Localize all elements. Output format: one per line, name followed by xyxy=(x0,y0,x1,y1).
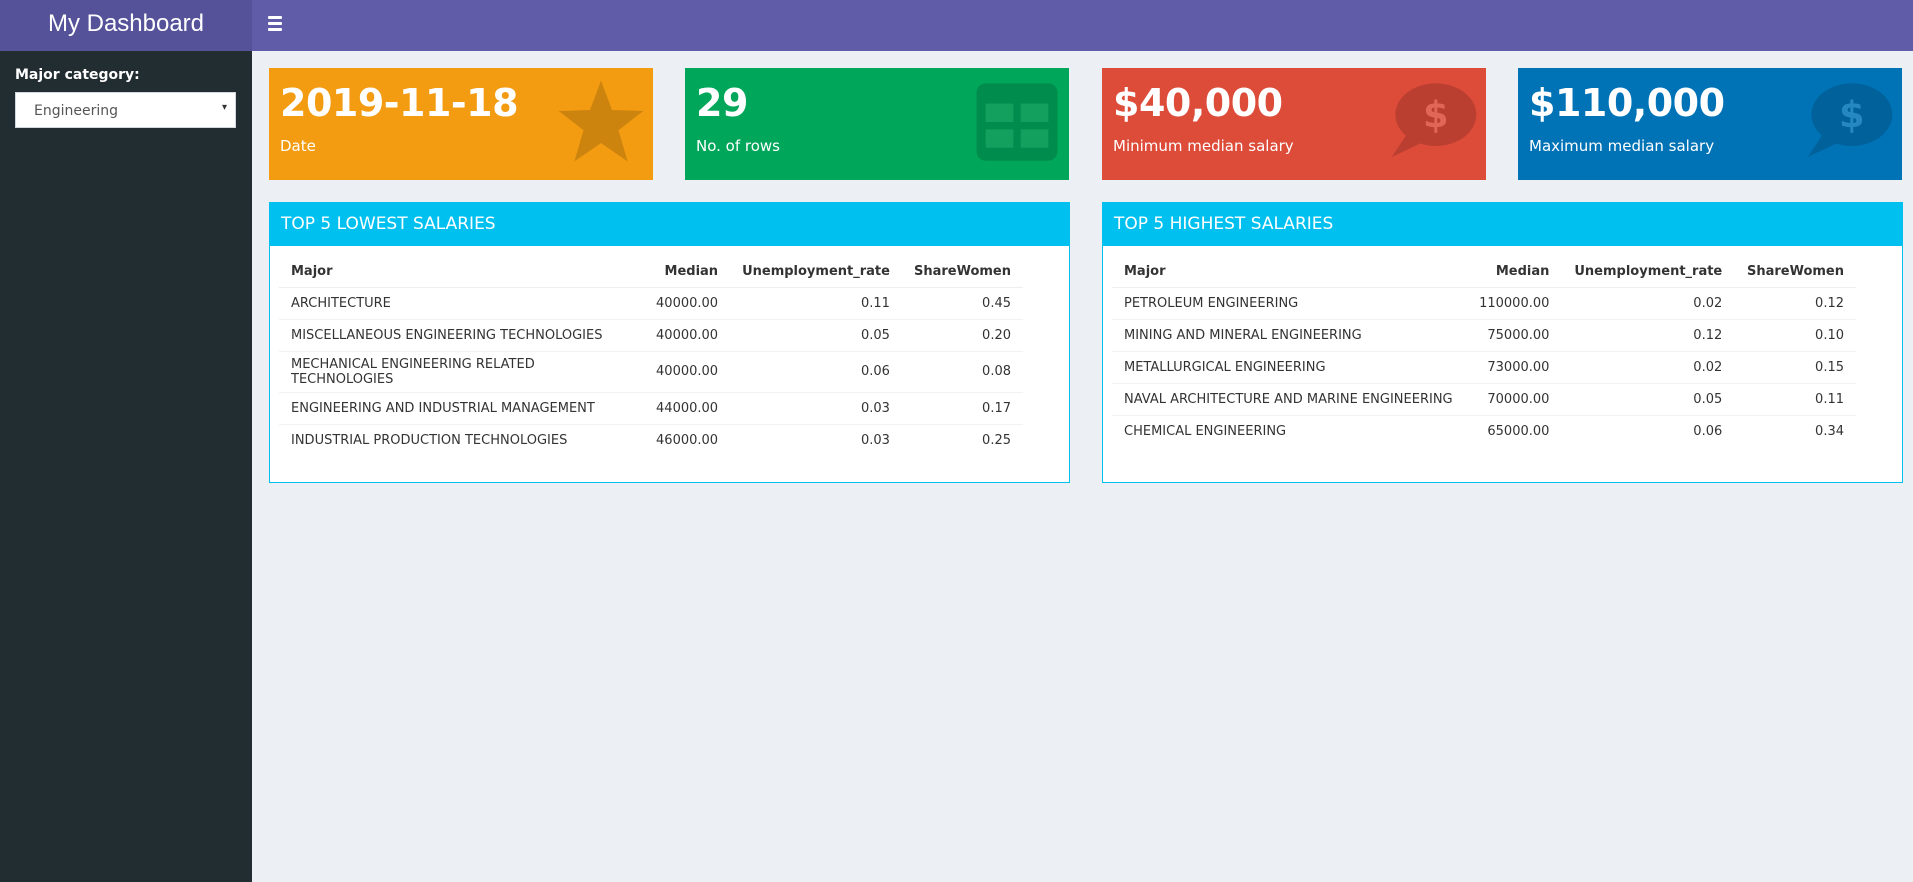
cell-median: 40000.00 xyxy=(644,286,731,319)
valuebox-subtitle: Date xyxy=(280,137,316,155)
cell-major: NAVAL ARCHITECTURE AND MARINE ENGINEERIN… xyxy=(1112,382,1467,415)
cell-sharewomen: 0.15 xyxy=(1734,350,1856,383)
svg-text:$: $ xyxy=(1423,94,1449,137)
column-header[interactable]: Major xyxy=(1112,258,1467,288)
table-row: ENGINEERING AND INDUSTRIAL MANAGEMENT 44… xyxy=(279,391,1023,424)
table-row: INDUSTRIAL PRODUCTION TECHNOLOGIES 46000… xyxy=(279,423,1023,456)
box-highest-salaries: TOP 5 HIGHEST SALARIES Major Median Unem… xyxy=(1102,202,1903,483)
valuebox-value: $110,000 xyxy=(1529,81,1725,125)
major-category-label: Major category: xyxy=(15,67,140,83)
cell-sharewomen: 0.11 xyxy=(1734,382,1856,415)
column-header[interactable]: Unemployment_rate xyxy=(730,258,902,288)
cell-unemployment: 0.03 xyxy=(730,423,902,456)
table-header-row: Major Median Unemployment_rate ShareWome… xyxy=(1112,258,1856,288)
cell-sharewomen: 0.10 xyxy=(1734,318,1856,351)
table-header-row: Major Median Unemployment_rate ShareWome… xyxy=(279,258,1023,288)
cell-unemployment: 0.03 xyxy=(730,391,902,424)
cell-median: 40000.00 xyxy=(644,350,731,392)
table-row: MINING AND MINERAL ENGINEERING 75000.00 … xyxy=(1112,318,1856,351)
valuebox-value: $40,000 xyxy=(1113,81,1283,125)
cell-sharewomen: 0.34 xyxy=(1734,414,1856,447)
cell-sharewomen: 0.45 xyxy=(901,286,1023,319)
cell-unemployment: 0.11 xyxy=(730,286,902,319)
table-row: NAVAL ARCHITECTURE AND MARINE ENGINEERIN… xyxy=(1112,382,1856,415)
valuebox-subtitle: Maximum median salary xyxy=(1529,137,1715,155)
cell-major: CHEMICAL ENGINEERING xyxy=(1112,414,1467,447)
cell-median: 44000.00 xyxy=(644,391,731,424)
column-header[interactable]: Median xyxy=(644,258,731,288)
cell-sharewomen: 0.12 xyxy=(1734,286,1856,319)
cell-median: 110000.00 xyxy=(1466,286,1562,319)
main-content: 2019-11-18 Date 29 No. of rows $40,000 M… xyxy=(252,51,1913,882)
hamburger-icon[interactable] xyxy=(268,13,283,35)
table-row: MISCELLANEOUS ENGINEERING TECHNOLOGIES 4… xyxy=(279,318,1023,351)
cell-major: METALLURGICAL ENGINEERING xyxy=(1112,350,1467,383)
top-navbar: My Dashboard xyxy=(0,0,1913,51)
cell-major: MECHANICAL ENGINEERING RELATED TECHNOLOG… xyxy=(279,350,645,392)
cell-major: MINING AND MINERAL ENGINEERING xyxy=(1112,318,1467,351)
valuebox-subtitle: Minimum median salary xyxy=(1113,137,1294,155)
cell-median: 70000.00 xyxy=(1466,382,1562,415)
cell-major: MISCELLANEOUS ENGINEERING TECHNOLOGIES xyxy=(279,318,645,351)
box-title: TOP 5 HIGHEST SALARIES xyxy=(1103,203,1902,246)
column-header[interactable]: Median xyxy=(1466,258,1562,288)
cell-median: 46000.00 xyxy=(644,423,731,456)
cell-median: 40000.00 xyxy=(644,318,731,351)
column-header[interactable]: ShareWomen xyxy=(901,258,1023,288)
cell-unemployment: 0.06 xyxy=(1561,414,1735,447)
lowest-salaries-table: Major Median Unemployment_rate ShareWome… xyxy=(279,258,1023,456)
cell-unemployment: 0.06 xyxy=(730,350,902,392)
table-row: METALLURGICAL ENGINEERING 73000.00 0.02 … xyxy=(1112,350,1856,383)
cell-sharewomen: 0.25 xyxy=(901,423,1023,456)
table-row: CHEMICAL ENGINEERING 65000.00 0.06 0.34 xyxy=(1112,414,1856,447)
major-category-select[interactable]: Engineering ▾ xyxy=(15,92,236,128)
cell-unemployment: 0.05 xyxy=(1561,382,1735,415)
sidebar: Major category: Engineering ▾ xyxy=(0,51,252,882)
column-header[interactable]: Major xyxy=(279,258,645,288)
cell-sharewomen: 0.20 xyxy=(901,318,1023,351)
cell-major: INDUSTRIAL PRODUCTION TECHNOLOGIES xyxy=(279,423,645,456)
table-row: MECHANICAL ENGINEERING RELATED TECHNOLOG… xyxy=(279,350,1023,392)
valuebox-date: 2019-11-18 Date xyxy=(269,68,653,180)
column-header[interactable]: ShareWomen xyxy=(1734,258,1856,288)
cell-major: PETROLEUM ENGINEERING xyxy=(1112,286,1467,319)
valuebox-max-salary: $110,000 Maximum median salary $ xyxy=(1518,68,1902,180)
select-value: Engineering xyxy=(34,103,118,119)
box-title: TOP 5 LOWEST SALARIES xyxy=(270,203,1069,246)
valuebox-min-salary: $40,000 Minimum median salary $ xyxy=(1102,68,1486,180)
box-lowest-salaries: TOP 5 LOWEST SALARIES Major Median Unemp… xyxy=(269,202,1070,483)
cell-median: 65000.00 xyxy=(1466,414,1562,447)
valuebox-subtitle: No. of rows xyxy=(696,137,780,155)
cell-unemployment: 0.02 xyxy=(1561,350,1735,383)
cell-unemployment: 0.12 xyxy=(1561,318,1735,351)
chevron-down-icon: ▾ xyxy=(221,102,227,113)
dollar-chat-icon: $ xyxy=(1388,76,1480,168)
dollar-chat-icon: $ xyxy=(1804,76,1896,168)
table-row: PETROLEUM ENGINEERING 110000.00 0.02 0.1… xyxy=(1112,286,1856,319)
table-icon xyxy=(971,76,1063,168)
cell-median: 75000.00 xyxy=(1466,318,1562,351)
cell-median: 73000.00 xyxy=(1466,350,1562,383)
star-icon xyxy=(555,76,647,168)
cell-major: ENGINEERING AND INDUSTRIAL MANAGEMENT xyxy=(279,391,645,424)
cell-major: ARCHITECTURE xyxy=(279,286,645,319)
column-header[interactable]: Unemployment_rate xyxy=(1561,258,1735,288)
cell-sharewomen: 0.17 xyxy=(901,391,1023,424)
valuebox-value: 29 xyxy=(696,81,748,125)
table-row: ARCHITECTURE 40000.00 0.11 0.45 xyxy=(279,286,1023,319)
app-title[interactable]: My Dashboard xyxy=(0,0,252,51)
svg-text:$: $ xyxy=(1839,94,1865,137)
cell-sharewomen: 0.08 xyxy=(901,350,1023,392)
valuebox-rows: 29 No. of rows xyxy=(685,68,1069,180)
highest-salaries-table: Major Median Unemployment_rate ShareWome… xyxy=(1112,258,1856,447)
cell-unemployment: 0.02 xyxy=(1561,286,1735,319)
cell-unemployment: 0.05 xyxy=(730,318,902,351)
valuebox-value: 2019-11-18 xyxy=(280,81,519,125)
